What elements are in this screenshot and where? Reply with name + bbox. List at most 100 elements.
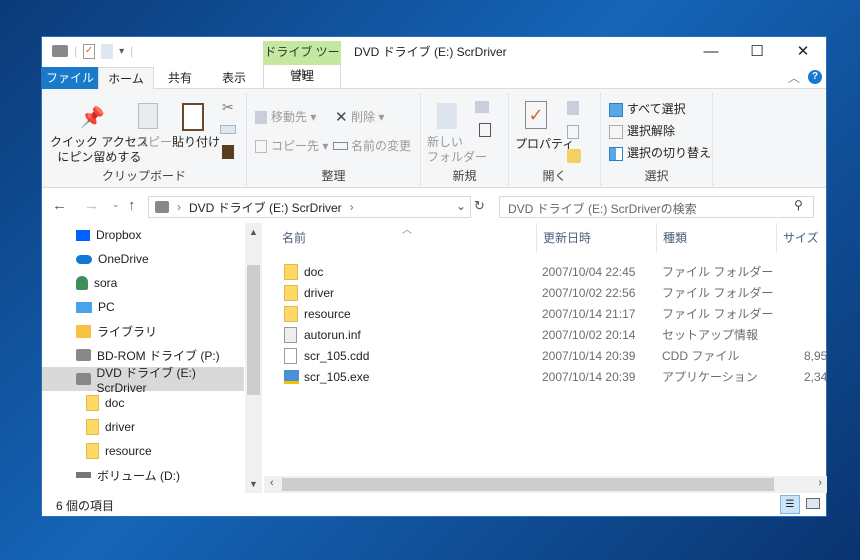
tab-manage[interactable]: 管理 [263, 65, 341, 89]
breadcrumb-separator-icon: › [177, 200, 181, 214]
file-row[interactable]: autorun.inf 2007/10/02 20:14 セットアップ情報 [264, 324, 827, 345]
file-type: ファイル フォルダー [662, 286, 774, 300]
history-icon[interactable] [567, 149, 581, 163]
rename-icon [333, 142, 348, 150]
nav-item[interactable]: ボリューム (D:) [42, 463, 244, 487]
new-folder-quick-icon[interactable] [101, 43, 114, 59]
file-row[interactable]: doc 2007/10/04 22:45 ファイル フォルダー [264, 261, 827, 282]
pc-icon [76, 301, 92, 313]
up-button[interactable]: ↑ [128, 197, 136, 214]
large-icons-view-button[interactable] [806, 498, 820, 509]
delete-icon: ✕ [335, 109, 348, 126]
help-icon[interactable]: ? [808, 70, 822, 84]
select-all-button[interactable]: すべて選択 [627, 102, 686, 117]
file-date: 2007/10/14 20:39 [542, 369, 636, 384]
new-item-icon[interactable] [475, 101, 489, 113]
invert-selection-button[interactable]: 選択の切り替え [627, 146, 711, 161]
back-button[interactable]: ← [52, 197, 67, 214]
copy-button[interactable]: コピー [136, 135, 172, 150]
customize-quick-access-icon[interactable]: ▾ [119, 46, 124, 57]
nav-item[interactable]: Dropbox [42, 223, 244, 247]
tab-home[interactable]: ホーム [98, 67, 154, 90]
folder-icon [284, 284, 298, 301]
select-none-button[interactable]: 選択解除 [627, 124, 675, 139]
nav-item[interactable]: PC [42, 295, 244, 319]
horizontal-scrollbar[interactable]: ‹ › [264, 476, 827, 493]
nav-scrollbar[interactable]: ▲ ▼ [245, 223, 262, 493]
file-row[interactable]: resource 2007/10/14 21:17 ファイル フォルダー [264, 303, 827, 324]
nav-item[interactable]: OneDrive [42, 247, 244, 271]
minimize-button[interactable]: — [688, 37, 734, 65]
folder-icon [86, 419, 99, 435]
file-type: ファイル フォルダー [662, 307, 774, 321]
ribbon-tabs: ファイル ホーム 共有 表示 管理 ︿ ? [42, 65, 826, 90]
nav-item[interactable]: DVD ドライブ (E:) ScrDriver [42, 366, 244, 395]
copy-icon [138, 103, 158, 129]
nav-item-label: resource [105, 444, 152, 458]
search-input[interactable]: DVD ドライブ (E:) ScrDriverの検索 [499, 196, 814, 218]
file-row[interactable]: scr_105.exe 2007/10/14 20:39 アプリケーション 2,… [264, 366, 827, 387]
edit-icon[interactable] [567, 125, 579, 139]
explorer-window: | ✓ ▾ | ドライブ ツール DVD ドライブ (E:) ScrDriver… [41, 36, 827, 517]
address-bar[interactable]: › DVD ドライブ (E:) ScrDriver › ⌄ [148, 196, 471, 218]
column-header-type[interactable]: 種類 [656, 223, 776, 253]
search-icon[interactable]: ⚲ [794, 198, 803, 212]
file-date: 2007/10/14 20:39 [542, 348, 636, 363]
rename-button[interactable]: 名前の変更 [351, 139, 411, 154]
file-row[interactable]: driver 2007/10/02 22:56 ファイル フォルダー [264, 282, 827, 303]
properties-quick-icon[interactable]: ✓ [83, 43, 96, 59]
organize-group-label: 整理 [321, 169, 346, 183]
tab-file[interactable]: ファイル [42, 67, 98, 89]
column-header-name[interactable]: 名前 [276, 223, 536, 253]
nav-scroll-thumb[interactable] [247, 265, 260, 395]
maximize-button[interactable]: ☐ [734, 37, 780, 65]
nav-item[interactable]: ライブラリ [42, 319, 244, 343]
ribbon: 📌 クイック アクセス にピン留めする コピー 貼り付け ✂ クリップボード 移動… [42, 89, 826, 188]
tab-view[interactable]: 表示 [212, 67, 256, 89]
breadcrumb-chevron-icon[interactable]: › [350, 200, 354, 214]
open-icon[interactable] [567, 101, 579, 115]
file-date: 2007/10/02 22:56 [542, 285, 636, 300]
paste-icon [182, 103, 204, 131]
paste-button[interactable]: 貼り付け [172, 135, 220, 150]
nav-item-label: doc [105, 396, 125, 410]
nav-item[interactable]: sora [42, 271, 244, 295]
file-size: 2,34 [804, 369, 828, 384]
select-none-icon [609, 125, 623, 139]
file-type: セットアップ情報 [662, 328, 759, 342]
clipboard-group: 📌 クイック アクセス にピン留めする コピー 貼り付け ✂ クリップボード [42, 93, 247, 186]
collapse-ribbon-icon[interactable]: ︿ [788, 69, 800, 86]
new-folder-button[interactable]: 新しい フォルダー [427, 135, 487, 165]
file-name: resource [304, 306, 351, 321]
move-to-button[interactable]: 移動先 ▾ [271, 110, 316, 125]
breadcrumb-current[interactable]: DVD ドライブ (E:) ScrDriver [189, 199, 342, 216]
file-row[interactable]: scr_105.cdd 2007/10/14 20:39 CDD ファイル 8,… [264, 345, 827, 366]
horizontal-scroll-thumb[interactable] [282, 478, 774, 491]
column-header-size[interactable]: サイズ [776, 223, 836, 253]
cut-icon[interactable]: ✂ [222, 99, 234, 116]
copy-to-button[interactable]: コピー先 ▾ [271, 139, 328, 154]
nav-item[interactable]: resource [42, 439, 244, 463]
easy-access-icon[interactable] [479, 123, 491, 137]
address-dropdown-icon[interactable]: ⌄ [456, 199, 466, 213]
column-header-date[interactable]: 更新日時 [536, 223, 656, 253]
refresh-button[interactable]: ↻ [474, 198, 485, 214]
recent-locations-icon[interactable]: ⌄ [112, 199, 120, 210]
nav-item[interactable]: doc [42, 391, 244, 415]
copy-path-icon[interactable] [220, 125, 236, 134]
open-group: ✓ プロパティ 開く [509, 93, 601, 186]
nav-item-label: OneDrive [98, 252, 149, 266]
paste-shortcut-icon[interactable] [222, 145, 234, 159]
properties-icon: ✓ [525, 101, 547, 129]
close-button[interactable]: ✕ [780, 37, 826, 65]
organize-group: 移動先 ▾ コピー先 ▾ ✕ 削除 ▾ 名前の変更 整理 [247, 93, 421, 186]
delete-button[interactable]: 削除 ▾ [351, 110, 384, 125]
forward-button[interactable]: → [84, 197, 99, 214]
details-view-button[interactable]: ☰ [780, 495, 800, 514]
nav-item-label: Dropbox [96, 228, 142, 242]
nav-item-label: PC [98, 300, 115, 314]
nav-item[interactable]: driver [42, 415, 244, 439]
tab-share[interactable]: 共有 [158, 67, 202, 89]
pin-quick-access-button[interactable]: クイック アクセス にピン留めする [50, 135, 149, 165]
properties-button[interactable]: プロパティ [515, 137, 574, 152]
